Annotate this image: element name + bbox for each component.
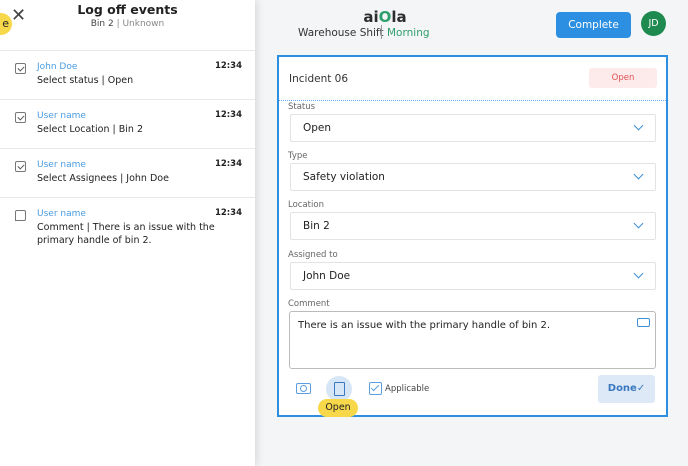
camera-icon[interactable] [296,383,311,394]
log-item[interactable]: User name 12:34 Select Location | Bin 2 [0,99,255,148]
done-button[interactable]: Done✓ [598,375,655,403]
log-time: 12:34 [214,159,242,169]
chevron-down-icon [633,218,644,229]
keyboard-icon[interactable] [637,318,650,327]
incident-header: Incident 06 Open [279,57,666,101]
chevron-down-icon [633,169,644,180]
status-select[interactable]: Open [290,114,656,142]
applicable-checkbox[interactable] [369,382,382,395]
check-icon: ✓ [636,383,646,394]
checkbox-icon [15,161,26,172]
panel-subtitle: Bin 2 | Unknown [0,19,255,29]
shift-name: Warehouse Shift [298,27,384,39]
log-text: Comment | There is an issue with the pri… [37,222,215,246]
assigned-label: Assigned to [288,250,338,260]
log-time: 12:34 [214,208,242,218]
tooltip-open: Open [318,399,358,417]
log-user[interactable]: User name [37,159,243,171]
subtitle-location: Bin 2 [90,19,114,29]
log-user[interactable]: John Doe [37,61,243,73]
status-value: Open [303,122,332,134]
incident-card: Incident 06 Open Status Open Type Safety… [277,55,668,417]
type-label: Type [288,151,308,161]
location-value: Bin 2 [303,220,330,232]
log-off-events-panel: e ✕ Log off events Bin 2 | Unknown John … [0,0,255,466]
log-text: Select Location | Bin 2 [37,124,143,135]
type-value: Safety violation [303,171,385,183]
chevron-down-icon [633,268,644,279]
location-label: Location [288,200,324,210]
app-root: e ✕ Log off events Bin 2 | Unknown John … [0,0,688,466]
event-log-list: John Doe 12:34 Select status | Open User… [0,50,255,259]
incident-title: Incident 06 [289,73,349,85]
comment-field[interactable]: There is an issue with the primary handl… [289,311,656,369]
log-text: Select Assignees | John Doe [37,173,169,184]
checkbox-icon [15,112,26,123]
brand-logo: aiOla [363,8,407,26]
log-item[interactable]: User name 12:34 Comment | There is an is… [0,197,255,259]
log-item[interactable]: John Doe 12:34 Select status | Open [0,50,255,99]
log-user[interactable]: User name [37,110,243,122]
status-label: Status [288,102,316,112]
type-select[interactable]: Safety violation [290,163,656,191]
status-badge: Open [589,68,657,88]
shift-divider [381,25,382,39]
log-user[interactable]: User name [37,208,243,220]
subtitle-status: Unknown [122,19,165,29]
applicable-label: Applicable [385,384,430,394]
avatar[interactable]: JD [641,11,666,36]
main-area: aiOla Warehouse Shift Morning Complete J… [255,0,688,466]
shift-time: Morning [387,27,430,39]
chevron-down-icon [633,120,644,131]
log-time: 12:34 [214,110,242,120]
location-select[interactable]: Bin 2 [290,212,656,240]
complete-button[interactable]: Complete [556,12,631,38]
log-item[interactable]: User name 12:34 Select Assignees | John … [0,148,255,197]
checkbox-icon [15,63,26,74]
assigned-value: John Doe [303,270,351,282]
comment-text: There is an issue with the primary handl… [298,320,551,331]
comment-icon [15,210,26,221]
comment-label: Comment [288,299,330,309]
log-time: 12:34 [214,61,242,71]
assigned-select[interactable]: John Doe [290,262,656,290]
log-text: Select status | Open [37,75,134,86]
panel-title: Log off events [77,2,178,17]
